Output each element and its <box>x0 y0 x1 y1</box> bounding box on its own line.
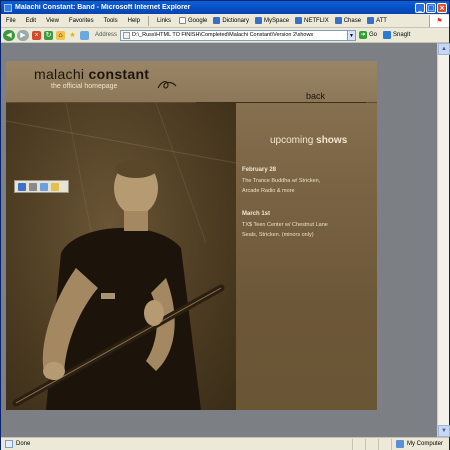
show-date: February 28 <box>242 167 277 173</box>
refresh-icon[interactable]: ↻ <box>44 30 53 40</box>
back-button[interactable]: ◀ <box>3 29 15 41</box>
stop-icon[interactable]: × <box>32 30 41 40</box>
show-date: March 1st <box>242 211 271 217</box>
menu-edit[interactable]: Edit <box>21 18 41 24</box>
att-icon <box>367 17 375 24</box>
show-line: TX$ Teen Center w/ Chestnut Lane <box>242 222 328 228</box>
menu-favorites[interactable]: Favorites <box>64 18 99 24</box>
close-button[interactable]: × <box>437 2 447 13</box>
snagit-button[interactable]: SnagIt <box>383 31 410 39</box>
save-image-icon[interactable] <box>18 182 26 191</box>
link-label: NETFLIX <box>304 17 329 24</box>
security-zone: My Computer <box>390 438 449 450</box>
dictionary-icon <box>213 17 221 24</box>
show-line: Seals, Stricken. (minors only) <box>242 232 314 238</box>
go-label: Go <box>369 32 378 38</box>
vertical-scrollbar[interactable]: ▲ ▼ <box>437 43 450 437</box>
my-computer-icon <box>395 440 404 448</box>
email-image-icon[interactable] <box>40 182 48 191</box>
link-label: Dictionary <box>222 17 250 24</box>
link-label: ATT <box>376 17 387 24</box>
links-label: Links <box>156 17 171 24</box>
link-chase[interactable]: Chase <box>332 17 364 24</box>
snagit-icon <box>383 31 392 39</box>
link-netflix[interactable]: NETFLIX <box>292 17 332 24</box>
brand-bold: constant <box>88 66 150 82</box>
myspace-icon <box>255 17 263 24</box>
link-att[interactable]: ATT <box>364 17 390 24</box>
page-viewport: malachi constant the official homepage b… <box>1 43 437 437</box>
title-bar: Malachi Constant: Band - Microsoft Inter… <box>1 1 449 14</box>
status-text: Done <box>16 441 31 447</box>
page-done-icon <box>5 440 13 448</box>
show-description: TX$ Teen Center w/ Chestnut Lane Seals, … <box>242 220 372 240</box>
site-tagline: the official homepage <box>51 83 118 90</box>
menu-separator <box>147 15 149 26</box>
link-myspace[interactable]: MySpace <box>252 17 292 24</box>
band-photo <box>6 103 236 410</box>
link-label: Chase <box>343 17 362 24</box>
address-label: Address <box>95 32 118 38</box>
menu-view[interactable]: View <box>41 18 64 24</box>
browser-window: Malachi Constant: Band - Microsoft Inter… <box>0 0 450 450</box>
ie-icon <box>4 3 12 12</box>
minimize-button[interactable]: _ <box>415 2 425 13</box>
back-link[interactable]: back <box>306 91 325 101</box>
zone-label: My Computer <box>406 441 443 447</box>
go-arrow-icon: ➜ <box>359 31 368 39</box>
link-google[interactable]: Google <box>176 17 210 24</box>
print-image-icon[interactable] <box>29 182 37 191</box>
home-icon[interactable]: ⌂ <box>56 30 65 40</box>
upcoming-shows-heading: upcoming shows <box>270 135 347 146</box>
windows-flag-icon: ⚑ <box>429 14 449 27</box>
go-button[interactable]: ➜ Go <box>359 31 377 39</box>
site-logo[interactable]: malachi constant <box>34 66 149 82</box>
snagit-label: SnagIt <box>393 32 411 38</box>
show-line: The Trance Buddha w/ Stricken, <box>242 178 321 184</box>
menu-tools[interactable]: Tools <box>99 18 123 24</box>
link-label: Google <box>187 17 208 24</box>
maximize-button[interactable]: □ <box>426 2 436 13</box>
bassist-illustration <box>6 103 236 410</box>
menu-help[interactable]: Help <box>123 18 145 24</box>
link-dictionary[interactable]: Dictionary <box>210 17 252 24</box>
shows-title-light: upcoming <box>270 135 317 146</box>
google-icon <box>178 17 186 24</box>
site-header: malachi constant the official homepage b… <box>6 61 377 103</box>
address-url: D:\_Russ\HTML TO FINISH\Completed\Malach… <box>132 32 314 38</box>
window-controls: _ □ × <box>415 2 447 13</box>
site-panel: malachi constant the official homepage b… <box>6 61 377 410</box>
forward-button[interactable]: ▶ <box>17 29 29 41</box>
window-title: Malachi Constant: Band - Microsoft Inter… <box>15 4 191 11</box>
address-input[interactable]: D:\_Russ\HTML TO FINISH\Completed\Malach… <box>120 29 349 41</box>
chase-icon <box>334 17 342 24</box>
status-cell <box>364 438 378 450</box>
status-cell <box>377 438 391 450</box>
image-toolbar <box>14 180 69 193</box>
address-dropdown-icon[interactable]: ▼ <box>348 29 357 41</box>
status-cell <box>351 438 365 450</box>
scroll-down-icon[interactable]: ▼ <box>438 425 450 437</box>
show-line: Arcade Radio & more <box>242 188 295 194</box>
page-icon <box>123 31 131 39</box>
history-icon[interactable] <box>80 30 89 40</box>
link-label: MySpace <box>264 17 290 24</box>
my-pictures-icon[interactable] <box>51 182 59 191</box>
menu-bar: File Edit View Favorites Tools Help Link… <box>1 14 449 28</box>
menu-file[interactable]: File <box>1 18 21 24</box>
scroll-up-icon[interactable]: ▲ <box>438 43 450 55</box>
status-bar: Done My Computer <box>1 437 449 450</box>
show-description: The Trance Buddha w/ Stricken, Arcade Ra… <box>242 176 372 196</box>
favorites-icon[interactable]: ★ <box>68 31 77 40</box>
address-toolbar: ◀ ▶ × ↻ ⌂ ★ Address D:\_Russ\HTML TO FIN… <box>1 28 449 43</box>
netflix-icon <box>295 17 303 24</box>
swirl-ornament-icon <box>157 81 177 89</box>
brand-light: malachi <box>34 66 89 82</box>
shows-title-bold: shows <box>316 135 348 146</box>
